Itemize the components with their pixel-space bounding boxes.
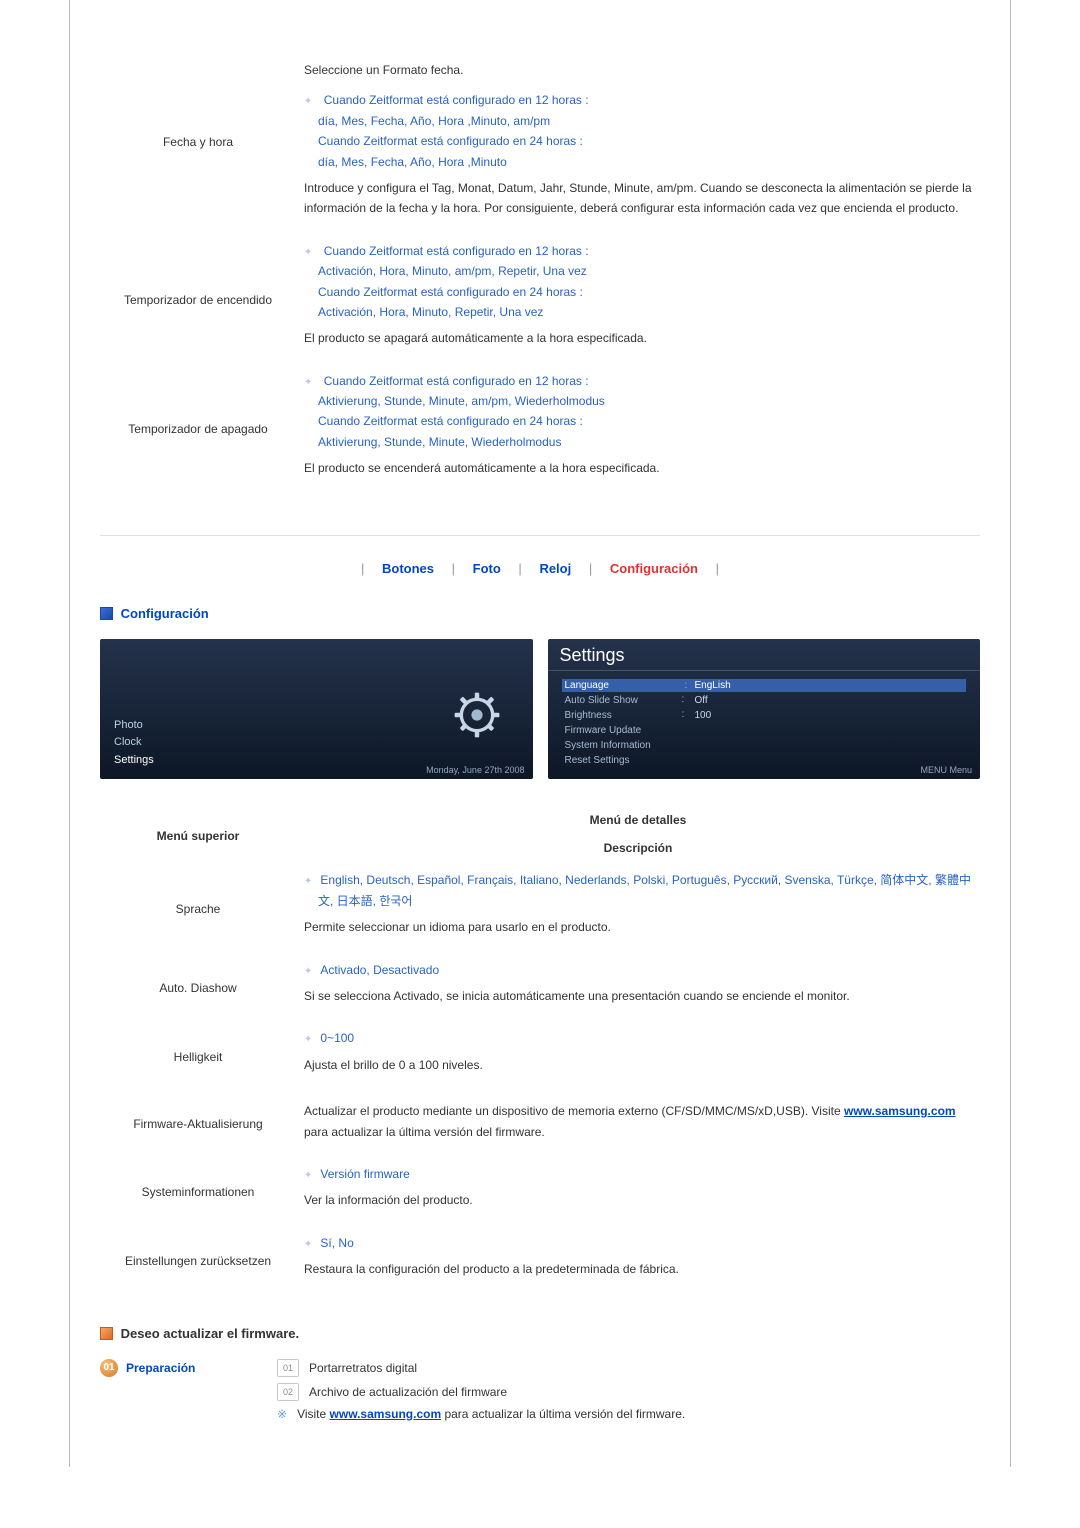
row-description: Permite seleccionar un idioma para usarl… xyxy=(304,917,972,937)
row-label: Systeminformationen xyxy=(100,1158,296,1227)
gear-icon xyxy=(449,687,505,743)
step-title: Preparación xyxy=(126,1361,195,1375)
row-label: Firmware-Aktualisierung xyxy=(100,1091,296,1158)
header-menu-superior: Menú superior xyxy=(100,804,296,865)
details-table: Menú superior Menú de detalles Descripci… xyxy=(100,804,980,1296)
row-pre-desc: Seleccione un Formato fecha. xyxy=(304,60,972,80)
option-text: Cuando Zeitformat está configurado en 12… xyxy=(318,90,972,172)
menu-item: Photo xyxy=(114,717,154,735)
step-number-icon: 01 xyxy=(100,1359,118,1377)
tab-foto[interactable]: Foto xyxy=(473,561,501,576)
square-bullet-icon xyxy=(100,1327,113,1340)
screenshot-main-menu: Photo Clock Settings Monday, June xyxy=(100,639,533,779)
row-description: Si se selecciona Activado, se inicia aut… xyxy=(304,986,972,1006)
option-text: English, Deutsch, Español, Français, Ita… xyxy=(318,870,972,911)
settings-row-value: 100 xyxy=(692,709,967,722)
row-description: Ver la información del producto. xyxy=(304,1190,972,1210)
section-title-firmware: Deseo actualizar el firmware. xyxy=(100,1326,980,1341)
screenshot-settings: Settings Language:EngLish Auto Slide Sho… xyxy=(548,639,981,779)
row-label: Auto. Diashow xyxy=(100,954,296,1023)
settings-row-label: Auto Slide Show xyxy=(562,694,682,707)
menu-item-selected: Settings xyxy=(114,752,154,770)
option-text: Cuando Zeitformat está configurado en 12… xyxy=(318,241,972,323)
row-description: Actualizar el producto mediante un dispo… xyxy=(304,1101,972,1142)
row-description: Restaura la configuración del producto a… xyxy=(304,1259,972,1279)
row-description: Ajusta el brillo de 0 a 100 niveles. xyxy=(304,1055,972,1075)
settings-row-value: EngLish xyxy=(692,679,967,692)
samsung-link[interactable]: www.samsung.com xyxy=(844,1104,956,1118)
tabs-bar: | Botones | Foto | Reloj | Configuración… xyxy=(100,535,980,576)
settings-row-value: Off xyxy=(692,694,967,707)
option-text: Sí, No xyxy=(318,1233,972,1253)
table-row: Systeminformationen Versión firmware Ver… xyxy=(100,1158,980,1227)
item-number-icon: 01 xyxy=(277,1359,299,1377)
prep-note: Visite www.samsung.com para actualizar l… xyxy=(297,1407,685,1421)
table-row: Einstellungen zurücksetzen Sí, No Restau… xyxy=(100,1227,980,1296)
screenshot-footer: Monday, June 27th 2008 xyxy=(426,765,524,775)
row-label: Temporizador de encendido xyxy=(100,235,296,365)
prep-item: Archivo de actualización del firmware xyxy=(309,1385,507,1399)
tab-separator: | xyxy=(361,561,364,576)
menu-item: Clock xyxy=(114,734,154,752)
settings-row-label: Reset Settings xyxy=(562,754,682,767)
samsung-link[interactable]: www.samsung.com xyxy=(330,1407,442,1421)
row-label: Fecha y hora xyxy=(100,50,296,235)
tab-reloj[interactable]: Reloj xyxy=(539,561,571,576)
screenshot-row: Photo Clock Settings Monday, June xyxy=(100,639,980,779)
row-label: Temporizador de apagado xyxy=(100,365,296,495)
top-definitions-table: Fecha y hora Seleccione un Formato fecha… xyxy=(100,50,980,495)
header-menu-detalles: Menú de detalles xyxy=(296,804,980,832)
row-description: El producto se encenderá automáticamente… xyxy=(304,458,972,478)
option-text: Versión firmware xyxy=(318,1164,972,1184)
row-description: Introduce y configura el Tag, Monat, Dat… xyxy=(304,178,972,219)
screenshot-title: Settings xyxy=(548,639,981,671)
screenshot-footer: MENU Menu xyxy=(920,765,972,775)
header-descripcion: Descripción xyxy=(296,832,980,864)
option-text: 0~100 xyxy=(318,1028,972,1048)
settings-row-label: System Information xyxy=(562,739,682,752)
settings-row-label: Brightness xyxy=(562,709,682,722)
item-number-icon: 02 xyxy=(277,1383,299,1401)
note-icon: ※ xyxy=(277,1407,287,1421)
table-row: Firmware-Aktualisierung Actualizar el pr… xyxy=(100,1091,980,1158)
table-row: Helligkeit 0~100 Ajusta el brillo de 0 a… xyxy=(100,1022,980,1091)
settings-row-label: Firmware Update xyxy=(562,724,682,737)
square-bullet-icon xyxy=(100,607,113,620)
section-title-configuracion: Configuración xyxy=(100,606,980,621)
settings-row-label: Language xyxy=(562,679,682,692)
option-text: Cuando Zeitformat está configurado en 12… xyxy=(318,371,972,453)
row-label: Helligkeit xyxy=(100,1022,296,1091)
prep-step: 01 Preparación 01 Portarretratos digital… xyxy=(100,1359,980,1427)
tab-botones[interactable]: Botones xyxy=(382,561,434,576)
row-label: Einstellungen zurücksetzen xyxy=(100,1227,296,1296)
table-row: Auto. Diashow Activado, Desactivado Si s… xyxy=(100,954,980,1023)
row-label: Sprache xyxy=(100,864,296,953)
table-row: Fecha y hora Seleccione un Formato fecha… xyxy=(100,50,980,235)
table-row: Sprache English, Deutsch, Español, Franç… xyxy=(100,864,980,953)
option-text: Activado, Desactivado xyxy=(318,960,972,980)
row-description: El producto se apagará automáticamente a… xyxy=(304,328,972,348)
prep-item: Portarretratos digital xyxy=(309,1361,417,1375)
tab-configuracion[interactable]: Configuración xyxy=(610,561,698,576)
table-row: Temporizador de encendido Cuando Zeitfor… xyxy=(100,235,980,365)
table-row: Temporizador de apagado Cuando Zeitforma… xyxy=(100,365,980,495)
